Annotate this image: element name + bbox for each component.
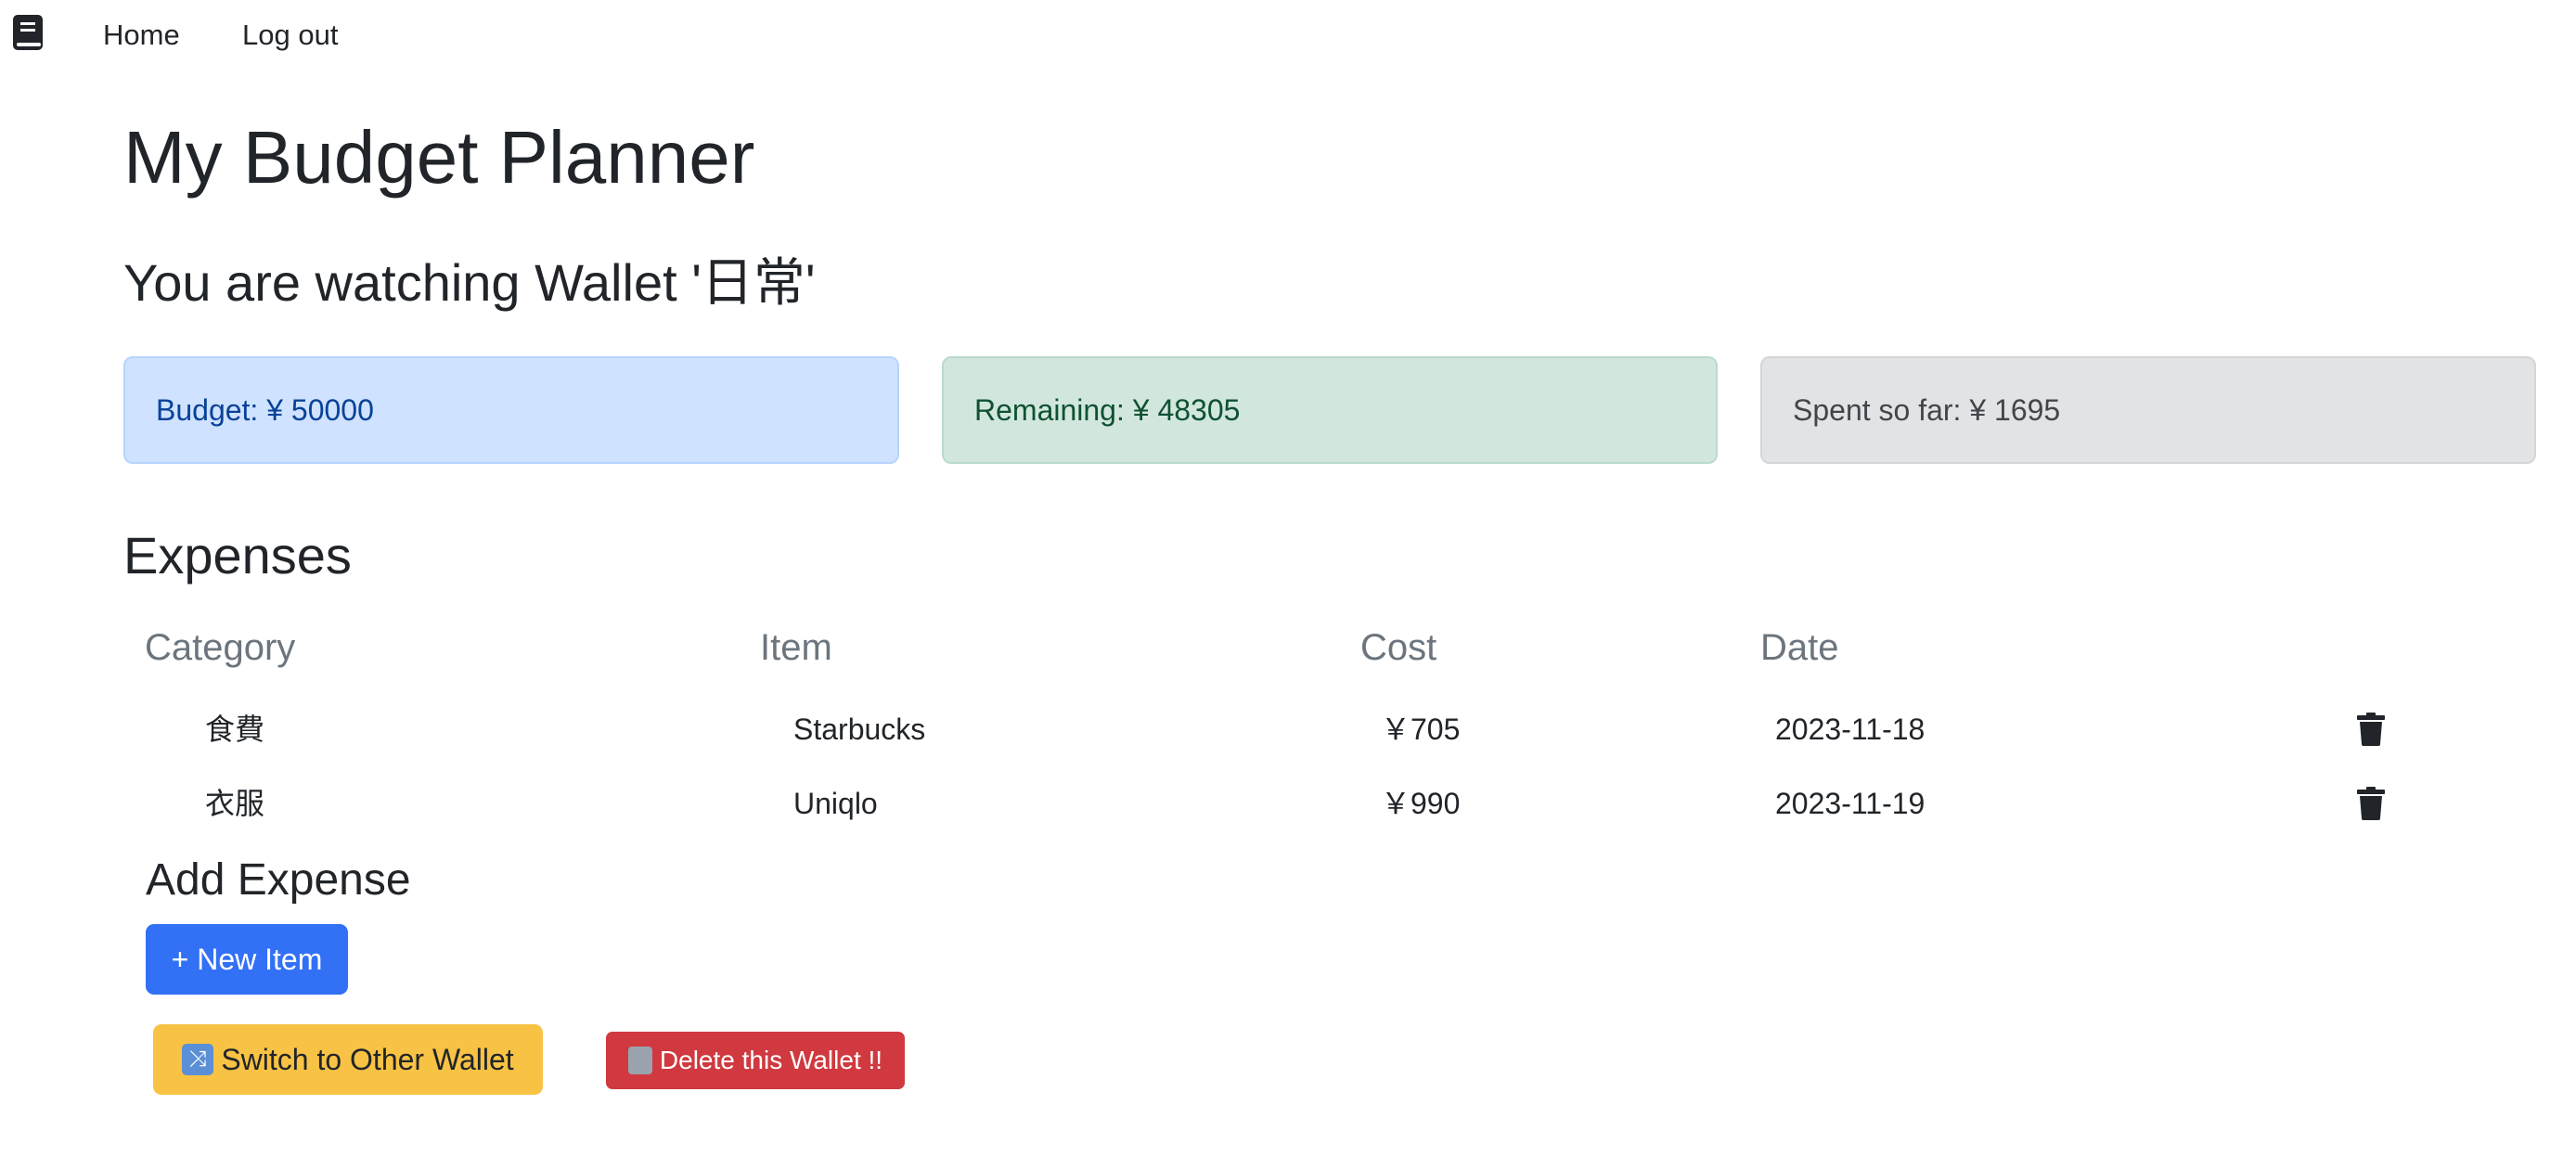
expense-item: Uniqlo: [793, 787, 878, 820]
delete-wallet-label: Delete this Wallet !!: [659, 1046, 883, 1074]
switch-wallet-button[interactable]: ⤨ Switch to Other Wallet: [153, 1024, 543, 1095]
trash-icon[interactable]: [2357, 713, 2385, 746]
wastebasket-icon: [627, 1047, 652, 1074]
expense-item: Starbucks: [793, 713, 926, 746]
spent-card: Spent so far: ¥ 1695: [1760, 356, 2536, 464]
column-header-date: Date: [1760, 627, 1839, 668]
nav-logout-link[interactable]: Log out: [242, 17, 338, 54]
trash-icon[interactable]: [2357, 787, 2385, 820]
expense-category: 衣服: [205, 787, 265, 820]
expenses-title: Expenses: [123, 526, 352, 584]
shuffle-icon: ⤨: [182, 1044, 214, 1075]
table-row: 衣服 Uniqlo ￥990 2023-11-19: [123, 766, 2536, 841]
expense-category: 食費: [205, 713, 265, 746]
wallet-heading: You are watching Wallet '日常': [123, 253, 816, 312]
add-expense-title: Add Expense: [146, 855, 411, 905]
column-header-item: Item: [760, 627, 832, 668]
column-header-cost: Cost: [1360, 627, 1437, 668]
remaining-card: Remaining: ¥ 48305: [942, 356, 1718, 464]
table-row: 食費 Starbucks ￥705 2023-11-18: [123, 692, 2536, 766]
spent-text: Spent so far: ¥ 1695: [1793, 393, 2061, 427]
budget-card: Budget: ¥ 50000: [123, 356, 899, 464]
remaining-text: Remaining: ¥ 48305: [974, 393, 1241, 427]
expense-cost: ￥990: [1381, 787, 1461, 820]
budget-text: Budget: ¥ 50000: [156, 393, 374, 427]
navbar: Home Log out: [0, 0, 2576, 71]
switch-wallet-label: Switch to Other Wallet: [221, 1042, 514, 1076]
book-icon[interactable]: [11, 13, 45, 52]
expense-date: 2023-11-18: [1775, 713, 1926, 746]
new-item-button[interactable]: + New Item: [146, 924, 348, 995]
page-title: My Budget Planner: [123, 116, 755, 199]
expense-date: 2023-11-19: [1775, 787, 1926, 820]
expense-cost: ￥705: [1381, 713, 1461, 746]
nav-home-link[interactable]: Home: [103, 17, 180, 54]
column-header-category: Category: [145, 627, 296, 668]
delete-wallet-button[interactable]: Delete this Wallet !!: [606, 1032, 905, 1089]
